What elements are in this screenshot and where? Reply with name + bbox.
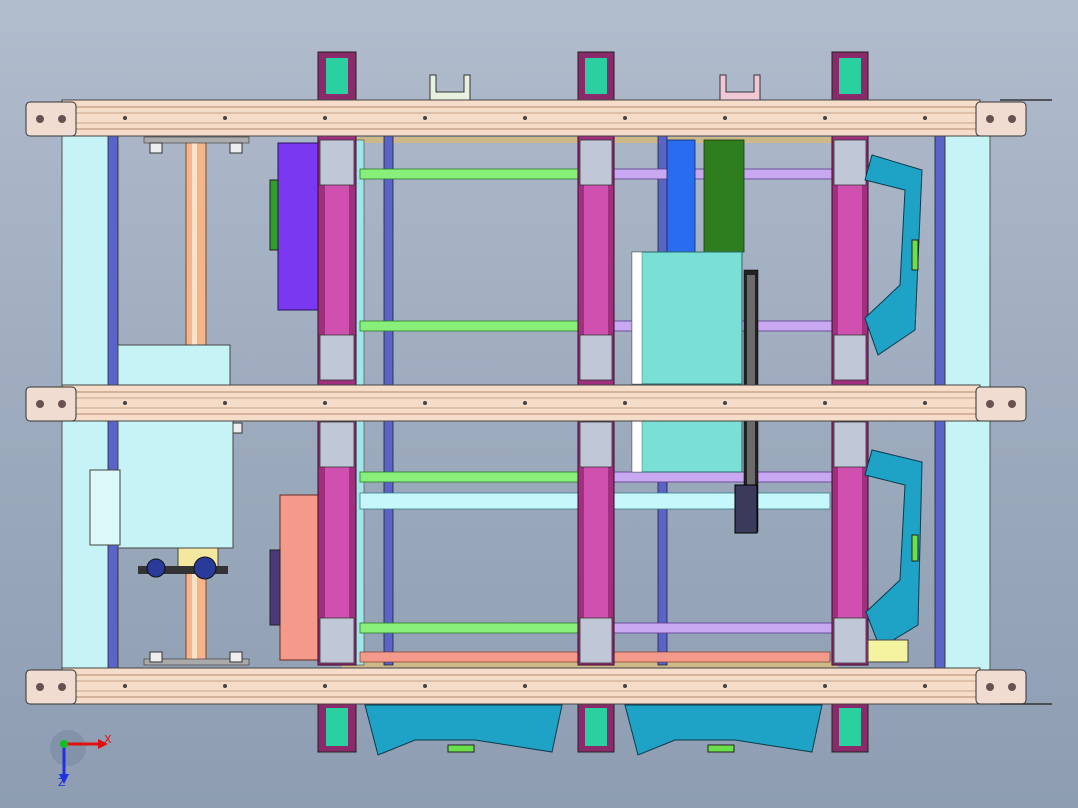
lilac-shaft-4	[611, 622, 833, 634]
bearing-top-left	[149, 142, 163, 154]
rail-middle	[61, 384, 981, 422]
motor-salmon-terminal	[269, 549, 281, 626]
blue-vertical-bar	[666, 139, 696, 253]
bearing-bottom-right	[229, 651, 243, 663]
gearbox-flange	[89, 469, 121, 546]
motor-purple-terminal	[269, 179, 279, 251]
gearbox-lower	[117, 419, 234, 549]
lilac-shaft-3	[611, 471, 833, 483]
green-shaft-2	[359, 320, 586, 332]
triad-x-label: X	[104, 733, 112, 746]
shaft-bracket-top	[143, 136, 250, 144]
triad-y-axis	[60, 740, 68, 748]
chain-block-top-middle	[577, 51, 615, 101]
bearing-bottom-left	[149, 651, 163, 663]
green-shaft-3	[359, 471, 586, 483]
motor-salmon	[279, 494, 319, 661]
green-vertical-bar	[703, 139, 745, 253]
chain-block-top-right	[831, 51, 869, 101]
chain-block-top-left	[317, 51, 357, 101]
green-shaft-1	[359, 168, 586, 180]
cad-viewport[interactable]: X Z	[0, 0, 1078, 808]
chain-block-bottom-right	[831, 701, 869, 753]
chute-right-lower-tab	[911, 534, 919, 562]
triad-z-label: Z	[58, 776, 66, 789]
teal-panel-lower	[631, 419, 743, 473]
conveyor-assembly-model[interactable]	[0, 0, 1078, 808]
drive-sprocket-large	[193, 556, 217, 580]
motor-purple	[277, 142, 321, 311]
u-bracket-left	[429, 74, 471, 101]
teal-panel-upper	[631, 251, 743, 385]
green-shaft-4	[359, 622, 586, 634]
chain-tensioner	[734, 484, 758, 534]
chute-bottom-right-tab	[707, 744, 735, 753]
u-bracket-right	[719, 74, 761, 101]
chain-block-bottom-middle	[577, 701, 615, 753]
white-strip-upper	[631, 251, 643, 385]
drive-sprocket-small	[146, 558, 166, 578]
rail-top	[61, 99, 981, 137]
bearing-top-right	[229, 142, 243, 154]
white-strip-lower	[631, 419, 643, 473]
rail-bottom	[61, 667, 981, 705]
chain-block-bottom-left	[317, 701, 357, 753]
chute-right-upper-tab	[911, 239, 919, 271]
chute-bottom-left-tab	[447, 744, 475, 753]
chute-right-yellow-base	[867, 639, 909, 663]
triad-sphere	[50, 730, 86, 766]
gearbox-upper	[117, 344, 231, 386]
